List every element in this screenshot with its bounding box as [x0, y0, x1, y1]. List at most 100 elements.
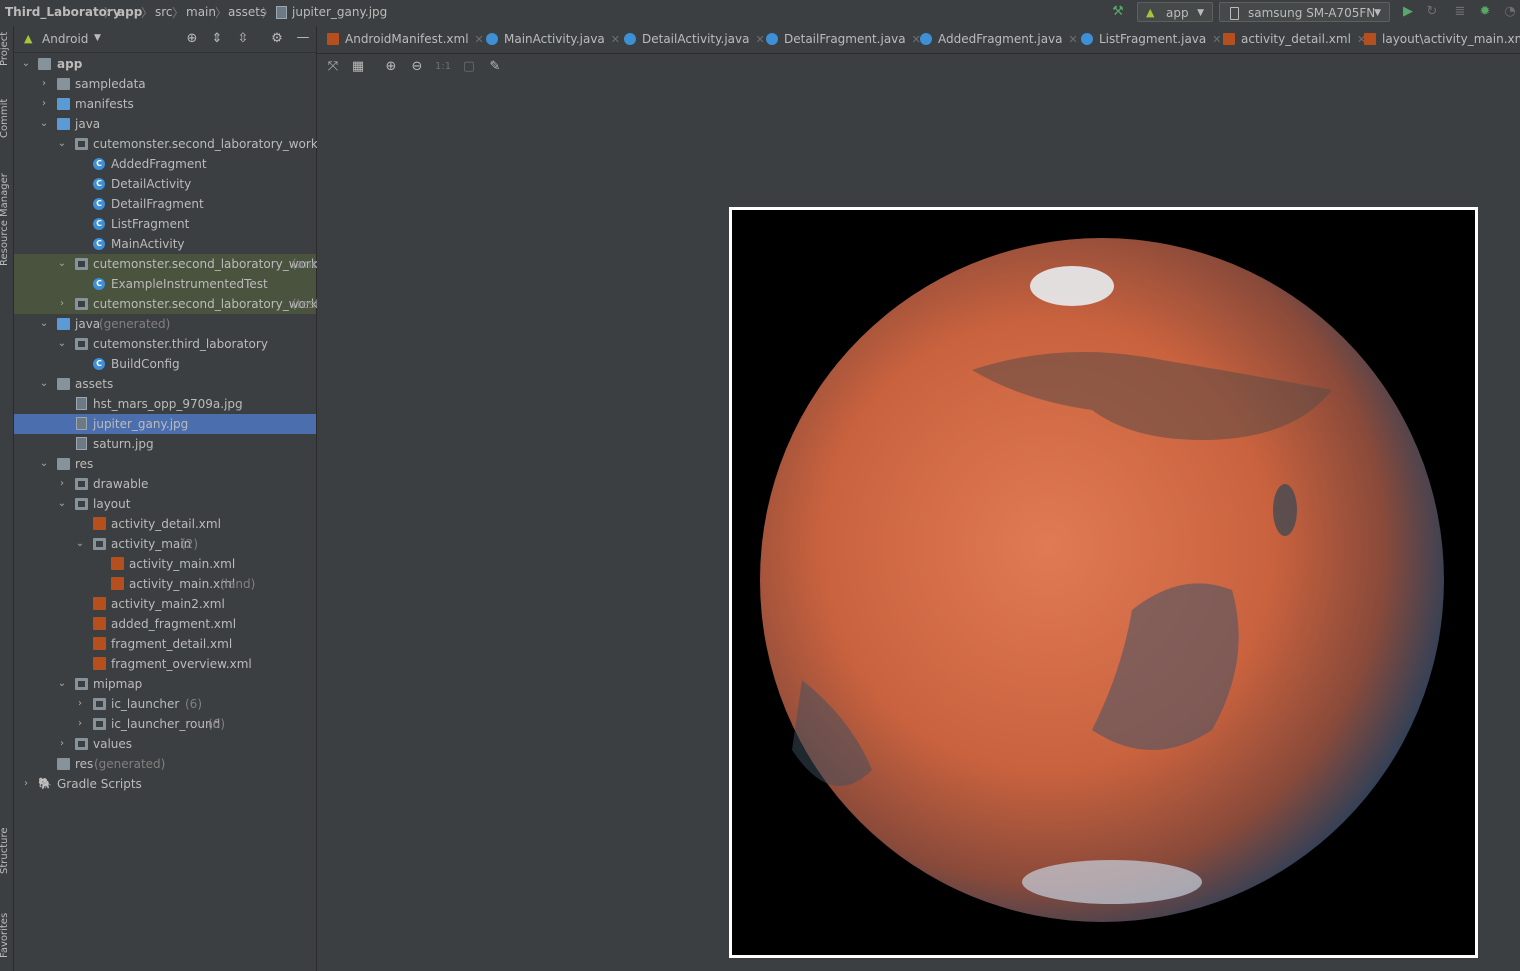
- tree-item-image-file[interactable]: saturn.jpg: [14, 434, 316, 454]
- zoom-out-icon[interactable]: ⊖: [409, 59, 425, 75]
- tree-item-mipmap[interactable]: ⌄ mipmap: [14, 674, 316, 694]
- tab-androidmanifest[interactable]: AndroidManifest.xml ✕: [327, 26, 484, 53]
- breadcrumb-src[interactable]: src: [155, 5, 173, 19]
- tree-item-res-generated[interactable]: res (generated): [14, 754, 316, 774]
- apply-code-changes-icon[interactable]: ≣: [1452, 4, 1468, 20]
- tab-detailactivity[interactable]: DetailActivity.java ✕: [624, 26, 765, 53]
- tree-item-test-class[interactable]: C ExampleInstrumentedTest: [14, 274, 316, 294]
- tree-item-java-generated[interactable]: ⌄ java (generated): [14, 314, 316, 334]
- chevron-down-icon[interactable]: ⌄: [56, 334, 68, 354]
- project-view-select[interactable]: Android: [42, 32, 88, 46]
- chevron-down-icon[interactable]: ▼: [94, 33, 101, 43]
- tree-item-xml-file[interactable]: activity_main2.xml: [14, 594, 316, 614]
- chevron-down-icon[interactable]: ⌄: [74, 534, 86, 554]
- chevron-down-icon[interactable]: ⌄: [56, 494, 68, 514]
- tool-tab-resource-manager[interactable]: Resource Manager: [0, 173, 10, 266]
- tree-item-class[interactable]: C MainActivity: [14, 234, 316, 254]
- chevron-down-icon[interactable]: ⌄: [38, 314, 50, 334]
- close-icon[interactable]: ✕: [611, 33, 620, 46]
- chevron-down-icon[interactable]: ⌄: [56, 134, 68, 154]
- tree-item-xml-file[interactable]: activity_main.xml: [14, 554, 316, 574]
- tree-item-ic-launcher[interactable]: › ic_launcher (6): [14, 694, 316, 714]
- color-picker-icon[interactable]: ✎: [487, 59, 503, 75]
- run-play-icon[interactable]: ▶: [1400, 4, 1416, 20]
- tree-item-xml-file[interactable]: activity_detail.xml: [14, 514, 316, 534]
- tree-item-image-file[interactable]: hst_mars_opp_9709a.jpg: [14, 394, 316, 414]
- tab-detailfragment[interactable]: DetailFragment.java ✕: [766, 26, 921, 53]
- chevron-down-icon[interactable]: ⌄: [56, 674, 68, 694]
- breadcrumb-module[interactable]: app: [117, 5, 142, 19]
- chevron-down-icon[interactable]: ⌄: [38, 114, 50, 134]
- zoom-in-icon[interactable]: ⊕: [383, 59, 399, 75]
- tree-item-ic-launcher-round[interactable]: › ic_launcher_round (6): [14, 714, 316, 734]
- chevron-down-icon[interactable]: ⌄: [38, 454, 50, 474]
- breadcrumb-main[interactable]: main: [186, 5, 216, 19]
- tab-activity-main[interactable]: layout\activity_main.xml: [1364, 26, 1520, 53]
- tree-item-class[interactable]: C ListFragment: [14, 214, 316, 234]
- build-hammer-icon[interactable]: ⚒: [1110, 4, 1126, 20]
- tree-item-assets[interactable]: ⌄ assets: [14, 374, 316, 394]
- tree-item-class[interactable]: C DetailFragment: [14, 194, 316, 214]
- chevron-right-icon[interactable]: ›: [74, 694, 86, 714]
- chevron-right-icon[interactable]: ›: [56, 734, 68, 754]
- breadcrumb-file[interactable]: jupiter_gany.jpg: [292, 5, 387, 19]
- chevron-right-icon[interactable]: ›: [56, 294, 68, 314]
- close-icon[interactable]: ✕: [1069, 33, 1078, 46]
- settings-gear-icon[interactable]: ⚙: [269, 31, 285, 47]
- chevron-right-icon[interactable]: ›: [38, 94, 50, 114]
- tree-item-layout-group[interactable]: ⌄ activity_main (2): [14, 534, 316, 554]
- tool-tab-project[interactable]: Project: [0, 32, 10, 66]
- tree-item-class[interactable]: C BuildConfig: [14, 354, 316, 374]
- tree-item-sampledata[interactable]: › sampledata: [14, 74, 316, 94]
- chevron-right-icon[interactable]: ›: [74, 714, 86, 734]
- chevron-down-icon[interactable]: ⌄: [56, 254, 68, 274]
- tree-item-values[interactable]: › values: [14, 734, 316, 754]
- tree-item-res[interactable]: ⌄ res: [14, 454, 316, 474]
- tree-item-java[interactable]: ⌄ java: [14, 114, 316, 134]
- close-icon[interactable]: ✕: [1212, 33, 1221, 46]
- chevron-down-icon[interactable]: ⌄: [38, 374, 50, 394]
- tree-item-package[interactable]: ⌄ cutemonster.third_laboratory: [14, 334, 316, 354]
- tab-addedfragment[interactable]: AddedFragment.java ✕: [920, 26, 1078, 53]
- collapse-all-icon[interactable]: ⇳: [235, 31, 251, 47]
- chevron-right-icon[interactable]: ›: [38, 74, 50, 94]
- chevron-down-icon[interactable]: ⌄: [20, 54, 32, 74]
- tool-tab-structure[interactable]: Structure: [0, 827, 10, 874]
- tree-item-class[interactable]: C AddedFragment: [14, 154, 316, 174]
- tree-item-class[interactable]: C DetailActivity: [14, 174, 316, 194]
- breadcrumb-assets[interactable]: assets: [228, 5, 266, 19]
- tree-item-image-file-selected[interactable]: jupiter_gany.jpg: [14, 414, 316, 434]
- tool-tab-favorites[interactable]: Favorites: [0, 913, 10, 958]
- locate-file-icon[interactable]: ⊕: [184, 31, 200, 47]
- grid-icon[interactable]: ▦: [350, 59, 366, 75]
- chevron-right-icon[interactable]: ›: [20, 774, 32, 794]
- run-config-select[interactable]: ▲ app ▼: [1137, 2, 1213, 22]
- tree-item-package-test[interactable]: › cutemonster.second_laboratory_work (te…: [14, 294, 320, 314]
- tree-item-layout[interactable]: ⌄ layout: [14, 494, 316, 514]
- close-icon[interactable]: ✕: [475, 33, 484, 46]
- chevron-right-icon[interactable]: ›: [56, 474, 68, 494]
- tool-tab-commit[interactable]: Commit: [0, 99, 10, 138]
- expand-all-icon[interactable]: ⇕: [209, 31, 225, 47]
- tab-mainactivity[interactable]: MainActivity.java ✕: [486, 26, 620, 53]
- tree-item-xml-file[interactable]: fragment_detail.xml: [14, 634, 316, 654]
- tree-item-manifests[interactable]: › manifests: [14, 94, 316, 114]
- debug-bug-icon[interactable]: ✹: [1477, 4, 1493, 20]
- tab-listfragment[interactable]: ListFragment.java ✕: [1081, 26, 1221, 53]
- tree-item-gradle-scripts[interactable]: › 🐘 Gradle Scripts: [14, 774, 316, 794]
- fit-to-window-icon[interactable]: ▢: [461, 59, 477, 75]
- fit-zoom-icon[interactable]: ⤧: [325, 59, 341, 75]
- tree-item-xml-file[interactable]: activity_main.xml (land): [14, 574, 316, 594]
- tree-item-drawable[interactable]: › drawable: [14, 474, 316, 494]
- device-select[interactable]: samsung SM-A705FN ▼: [1219, 2, 1390, 22]
- tab-activity-detail[interactable]: activity_detail.xml ✕: [1223, 26, 1366, 53]
- tree-item-xml-file[interactable]: added_fragment.xml: [14, 614, 316, 634]
- close-icon[interactable]: ✕: [755, 33, 764, 46]
- apply-changes-icon[interactable]: ↻: [1424, 4, 1440, 20]
- tree-item-package-androidtest[interactable]: ⌄ cutemonster.second_laboratory_work (an…: [14, 254, 319, 274]
- hide-panel-icon[interactable]: —: [295, 30, 311, 46]
- actual-size-button[interactable]: 1:1: [435, 59, 451, 75]
- profile-icon[interactable]: ◔: [1502, 4, 1518, 20]
- tree-item-app[interactable]: ⌄ app: [14, 54, 316, 74]
- tree-item-xml-file[interactable]: fragment_overview.xml: [14, 654, 316, 674]
